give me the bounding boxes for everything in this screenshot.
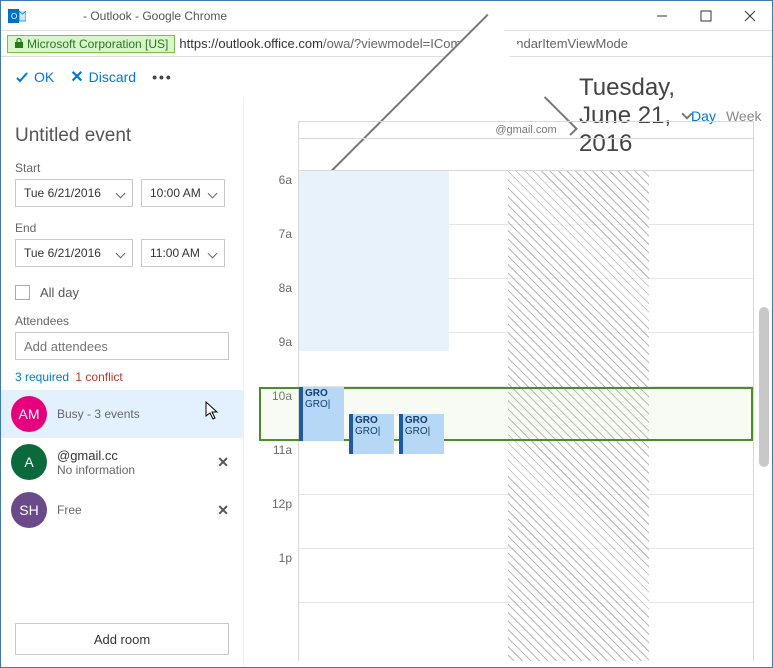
hour-label: 1p [279,551,292,565]
attendee-row[interactable]: A @gmail.cc No information ✕ [1,438,243,486]
time-slots[interactable]: GROGRO| GROGRO| GROGRO| [298,171,754,661]
calendar-column-name: @gmail.com [299,122,753,139]
all-day-label: All day [40,285,79,300]
calendar-event[interactable]: GROGRO| [299,387,344,441]
end-label: End [15,221,229,235]
avatar: A [11,444,47,480]
window-maximize-button[interactable] [684,2,728,30]
close-icon: ✕ [70,67,83,87]
chevron-down-icon [116,248,126,258]
remove-attendee-button[interactable]: ✕ [217,502,229,519]
start-date-picker[interactable]: Tue 6/21/2016 [15,179,133,207]
hour-label: 8a [279,281,292,295]
ssl-badge: Microsoft Corporation [US] [7,35,175,53]
outlook-app-icon: O [7,6,27,26]
all-day-checkbox[interactable] [15,285,30,300]
window-minimize-button[interactable] [640,2,684,30]
end-time-picker[interactable]: 11:00 AM [141,239,225,267]
attendee-row[interactable]: SH Free ✕ [1,486,243,534]
lock-icon [14,38,24,49]
calendar-event[interactable]: GROGRO| [349,414,394,454]
end-date-picker[interactable]: Tue 6/21/2016 [15,239,133,267]
avatar: AM [11,396,47,432]
hour-label: 11a [273,443,292,457]
freebusy-tentative [299,171,449,351]
attendees-label: Attendees [15,314,229,328]
window-titlebar: O - Outlook - Google Chrome [1,1,772,31]
cursor-icon [205,401,221,426]
ok-button[interactable]: OK [15,69,54,85]
all-day-row[interactable] [299,139,753,171]
grid-header: @gmail.com [298,121,754,171]
window-close-button[interactable] [728,2,772,30]
address-bar[interactable]: Microsoft Corporation [US] https://outlo… [1,31,772,57]
hour-label: 12p [272,497,292,511]
scheduling-grid: @gmail.com 6a 7a 8a 9a 10a 11a 12p 1p [244,97,772,667]
event-title[interactable]: Untitled event [15,125,229,147]
remove-attendee-button[interactable]: ✕ [217,454,229,471]
attendee-summary: 3 required 1 conflict [15,370,229,384]
start-time-picker[interactable]: 10:00 AM [141,179,225,207]
attendee-status: No information [57,463,207,477]
discard-button[interactable]: ✕ Discard [70,67,136,87]
attendee-name: @gmail.cc [57,448,207,463]
attendee-status: Free [57,503,207,517]
more-options-button[interactable]: ••• [152,69,173,85]
window-title: - Outlook - Google Chrome [33,9,640,23]
avatar: SH [11,492,47,528]
chevron-down-icon [116,188,126,198]
svg-text:O: O [11,12,17,21]
hour-label: 6a [279,173,292,187]
attendees-input[interactable] [15,332,229,360]
start-label: Start [15,161,229,175]
chevron-down-icon [208,248,218,258]
event-form-panel: Untitled event Start Tue 6/21/2016 10:00… [1,97,244,667]
add-room-button[interactable]: Add room [15,623,229,655]
hour-label: 9a [279,335,292,349]
vertical-scrollbar[interactable] [759,307,769,467]
attendee-status: Busy - 3 events [57,407,229,421]
chevron-down-icon [208,188,218,198]
url-text: https://outlook.office.com/owa/?viewmode… [179,36,628,51]
calendar-event[interactable]: GROGRO| [399,414,444,454]
hour-label: 7a [279,227,292,241]
